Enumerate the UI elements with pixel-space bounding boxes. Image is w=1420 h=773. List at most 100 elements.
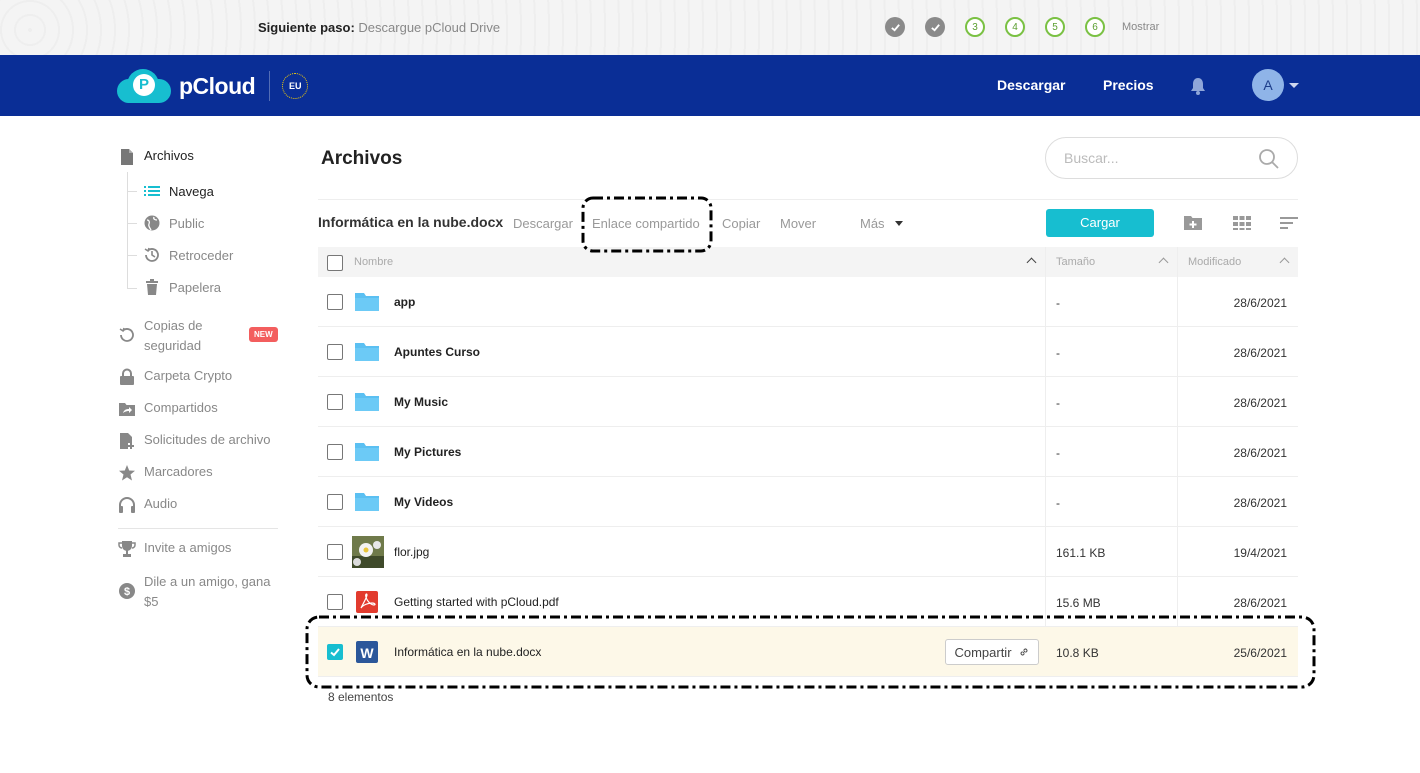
sidebar-item-rewind[interactable]: Retroceder <box>143 246 233 264</box>
row-checkbox[interactable] <box>327 544 343 560</box>
table-row[interactable]: My Music - 28/6/2021 <box>318 377 1298 427</box>
row-checkbox[interactable] <box>327 494 343 510</box>
sort-asc-icon[interactable] <box>1026 257 1037 268</box>
step-4[interactable]: 4 <box>1005 17 1025 37</box>
sort-icon[interactable] <box>1158 257 1169 268</box>
row-checkbox-checked[interactable] <box>327 644 343 660</box>
table-row[interactable]: Getting started with pCloud.pdf 15.6 MB … <box>318 577 1298 627</box>
sidebar-item-trash[interactable]: Papelera <box>143 278 221 296</box>
check-icon <box>890 23 900 32</box>
row-checkbox[interactable] <box>327 394 343 410</box>
pcloud-logo[interactable]: P pCloud EU <box>117 69 309 103</box>
sidebar-item-bookmarks[interactable]: Marcadores <box>118 464 213 482</box>
folder-icon <box>355 343 379 361</box>
table-row[interactable]: Apuntes Curso - 28/6/2021 <box>318 327 1298 377</box>
page-title: Archivos <box>321 148 403 169</box>
chevron-down-icon[interactable] <box>895 221 903 226</box>
row-checkbox[interactable] <box>327 594 343 610</box>
pricing-nav-link[interactable]: Precios <box>1103 77 1154 93</box>
table-row[interactable]: My Videos - 28/6/2021 <box>318 477 1298 527</box>
next-step-text[interactable]: Descargue pCloud Drive <box>358 20 500 35</box>
step-1-done[interactable] <box>885 17 905 37</box>
sidebar-item-shared[interactable]: Compartidos <box>118 400 218 418</box>
folder-icon <box>355 443 379 461</box>
file-icon <box>121 149 133 165</box>
copy-button[interactable]: Copiar <box>722 216 760 231</box>
file-name[interactable]: Getting started with pCloud.pdf <box>394 595 559 609</box>
step-6[interactable]: 6 <box>1085 17 1105 37</box>
file-name[interactable]: My Videos <box>394 495 453 509</box>
sidebar-item-browse[interactable]: Navega <box>143 182 214 200</box>
table-row-selected[interactable]: W Informática en la nube.docx Compartir … <box>318 627 1298 677</box>
image-thumbnail-icon <box>352 536 384 568</box>
top-header: P pCloud EU Descargar Precios A <box>0 55 1420 116</box>
check-icon <box>330 648 340 657</box>
sidebar-item-backups[interactable]: Copias de seguridad <box>118 316 203 356</box>
folder-icon <box>355 393 379 411</box>
user-avatar[interactable]: A <box>1252 69 1284 101</box>
table-row[interactable]: flor.jpg 161.1 KB 19/4/2021 <box>318 527 1298 577</box>
eu-region-badge: EU <box>282 73 309 99</box>
table-row[interactable]: My Pictures - 28/6/2021 <box>318 427 1298 477</box>
file-modified: 19/4/2021 <box>1233 546 1287 560</box>
next-step-message: Siguiente paso: Descargue pCloud Drive <box>258 20 500 35</box>
download-nav-link[interactable]: Descargar <box>997 77 1066 93</box>
upload-button[interactable]: Cargar <box>1046 209 1154 237</box>
table-row[interactable]: app - 28/6/2021 <box>318 277 1298 327</box>
headphones-icon <box>119 497 135 513</box>
sort-icon[interactable] <box>1279 257 1290 268</box>
sidebar-item-audio[interactable]: Audio <box>118 496 177 514</box>
sidebar-item-label: Public <box>169 215 205 231</box>
sidebar-item-label: Copias de seguridad <box>144 318 203 353</box>
sidebar-item-label: Archivos <box>144 148 194 163</box>
column-header-modified[interactable]: Modificado <box>1188 256 1241 268</box>
sidebar-item-crypto[interactable]: Carpeta Crypto <box>118 368 232 386</box>
logo-divider <box>269 71 271 101</box>
svg-text:W: W <box>360 645 374 661</box>
file-name[interactable]: Informática en la nube.docx <box>394 645 541 659</box>
file-request-icon <box>120 433 134 449</box>
new-folder-icon[interactable] <box>1183 213 1203 233</box>
grid-view-icon[interactable] <box>1232 213 1252 233</box>
download-button[interactable]: Descargar <box>513 216 573 231</box>
sidebar-item-files[interactable]: Archivos <box>118 148 194 166</box>
bell-icon[interactable] <box>1188 76 1208 96</box>
show-steps-link[interactable]: Mostrar <box>1122 21 1159 33</box>
row-checkbox[interactable] <box>327 294 343 310</box>
onboarding-steps: 3 4 5 6 <box>885 17 1125 37</box>
sidebar-item-refer[interactable]: $ Dile a un amigo, gana $5 <box>118 572 270 612</box>
star-icon <box>119 465 135 481</box>
chevron-down-icon[interactable] <box>1289 83 1299 88</box>
step-2-done[interactable] <box>925 17 945 37</box>
file-name[interactable]: app <box>394 295 415 309</box>
row-checkbox[interactable] <box>327 344 343 360</box>
select-all-checkbox[interactable] <box>327 255 343 271</box>
search-icon[interactable] <box>1258 148 1280 170</box>
share-button-label: Compartir <box>954 644 1012 660</box>
sidebar-item-label: Solicitudes de archivo <box>144 432 271 447</box>
sort-icon[interactable] <box>1279 213 1299 233</box>
search-box[interactable] <box>1045 137 1298 179</box>
step-3[interactable]: 3 <box>965 17 985 37</box>
file-name[interactable]: flor.jpg <box>394 545 429 559</box>
sidebar-item-invite[interactable]: Invite a amigos <box>118 540 231 558</box>
more-button[interactable]: Más <box>860 216 885 231</box>
file-name[interactable]: My Music <box>394 395 448 409</box>
share-button[interactable]: Compartir <box>945 639 1039 665</box>
row-checkbox[interactable] <box>327 444 343 460</box>
divider <box>318 199 1298 200</box>
new-badge: NEW <box>249 327 278 342</box>
file-name[interactable]: My Pictures <box>394 445 461 459</box>
search-input[interactable] <box>1064 148 1254 168</box>
word-doc-icon: W <box>356 641 378 663</box>
step-5[interactable]: 5 <box>1045 17 1065 37</box>
share-link-button[interactable]: Enlace compartido <box>592 216 700 231</box>
move-button[interactable]: Mover <box>780 216 816 231</box>
sidebar-item-public[interactable]: Public <box>143 214 204 232</box>
sidebar-item-file-requests[interactable]: Solicitudes de archivo <box>118 432 270 450</box>
file-size: - <box>1056 496 1060 510</box>
file-name[interactable]: Apuntes Curso <box>394 345 480 359</box>
column-header-size[interactable]: Tamaño <box>1056 256 1095 268</box>
column-header-name[interactable]: Nombre <box>354 256 393 268</box>
sidebar-item-label: Carpeta Crypto <box>144 368 233 383</box>
